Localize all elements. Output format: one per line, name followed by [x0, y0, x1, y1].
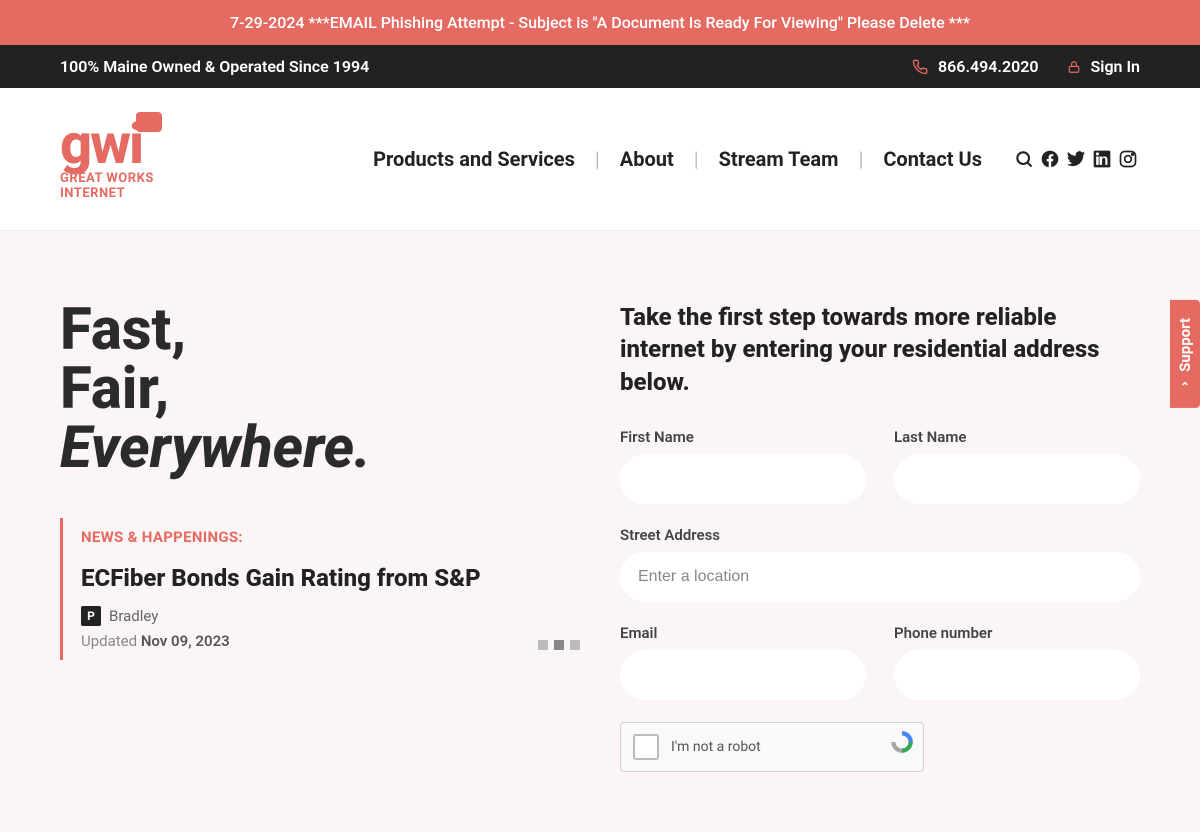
last-name-label: Last Name: [894, 428, 1140, 446]
chevron-up-icon: ⌃: [1178, 380, 1192, 394]
hero-section: Fast, Fair, Everywhere. NEWS & HAPPENING…: [0, 231, 1200, 832]
announcement-text: 7-29-2024 ***EMAIL Phishing Attempt - Su…: [230, 13, 970, 32]
carousel-dots: [538, 640, 580, 650]
street-input[interactable]: [620, 552, 1140, 602]
utility-tagline: 100% Maine Owned & Operated Since 1994: [60, 57, 369, 76]
news-updated: Updated Nov 09, 2023: [81, 632, 580, 650]
hero-line-3: Everywhere.: [60, 419, 580, 478]
recaptcha-widget[interactable]: I'm not a robot: [620, 722, 924, 772]
sign-in-label: Sign In: [1091, 57, 1140, 76]
recaptcha-checkbox[interactable]: [633, 734, 659, 760]
news-label: NEWS & HAPPENINGS:: [81, 528, 580, 546]
form-intro: Take the first step towards more reliabl…: [620, 301, 1140, 398]
carousel-dot-2[interactable]: [570, 640, 580, 650]
support-tab-label: Support: [1176, 318, 1194, 372]
email-label: Email: [620, 624, 866, 642]
phone-icon: [912, 59, 928, 75]
main-nav: gwi GREAT WORKS INTERNET Products and Se…: [0, 88, 1200, 231]
lock-icon: [1067, 60, 1081, 74]
first-name-input[interactable]: [620, 454, 866, 504]
recaptcha-badge-icon: [889, 729, 915, 757]
nav-stream-team[interactable]: Stream Team: [699, 147, 859, 171]
hero-line-2: Fair,: [60, 360, 580, 419]
announcement-bar: 7-29-2024 ***EMAIL Phishing Attempt - Su…: [0, 0, 1200, 45]
news-author: Bradley: [109, 607, 158, 625]
recaptcha-label: I'm not a robot: [671, 739, 761, 755]
first-name-label: First Name: [620, 428, 866, 446]
email-input[interactable]: [620, 650, 866, 700]
search-icon[interactable]: [1012, 149, 1036, 169]
news-box: NEWS & HAPPENINGS: ECFiber Bonds Gain Ra…: [60, 518, 580, 660]
logo-main: gwi: [60, 118, 154, 171]
updated-date: Nov 09, 2023: [141, 632, 230, 650]
phone-number: 866.494.2020: [938, 57, 1039, 76]
nav-links: Products and Services | About | Stream T…: [353, 147, 1002, 171]
logo-tagline-2: INTERNET: [60, 188, 154, 200]
utility-bar: 100% Maine Owned & Operated Since 1994 8…: [0, 45, 1200, 88]
logo[interactable]: gwi GREAT WORKS INTERNET: [60, 118, 154, 200]
last-name-input[interactable]: [894, 454, 1140, 504]
carousel-dot-0[interactable]: [538, 640, 548, 650]
news-author-row: P Bradley: [81, 606, 580, 626]
sign-in-link[interactable]: Sign In: [1067, 57, 1140, 76]
phone-input[interactable]: [894, 650, 1140, 700]
street-label: Street Address: [620, 526, 1140, 544]
instagram-icon[interactable]: [1116, 149, 1140, 169]
support-tab[interactable]: ⌃ Support: [1170, 300, 1200, 408]
author-badge: P: [81, 606, 101, 626]
hero-line-1: Fast,: [60, 301, 580, 360]
nav-contact[interactable]: Contact Us: [863, 147, 1002, 171]
nav-about[interactable]: About: [600, 147, 694, 171]
linkedin-icon[interactable]: [1090, 149, 1114, 169]
updated-prefix: Updated: [81, 632, 141, 650]
phone-label: Phone number: [894, 624, 1140, 642]
news-headline[interactable]: ECFiber Bonds Gain Rating from S&P: [81, 564, 580, 592]
facebook-icon[interactable]: [1038, 149, 1062, 169]
nav-products[interactable]: Products and Services: [353, 147, 595, 171]
twitter-icon[interactable]: [1064, 149, 1088, 169]
signup-form: First Name Last Name Street Address Emai…: [620, 428, 1140, 700]
carousel-dot-1[interactable]: [554, 640, 564, 650]
hero-title: Fast, Fair, Everywhere.: [60, 301, 580, 478]
phone-link[interactable]: 866.494.2020: [912, 57, 1039, 76]
